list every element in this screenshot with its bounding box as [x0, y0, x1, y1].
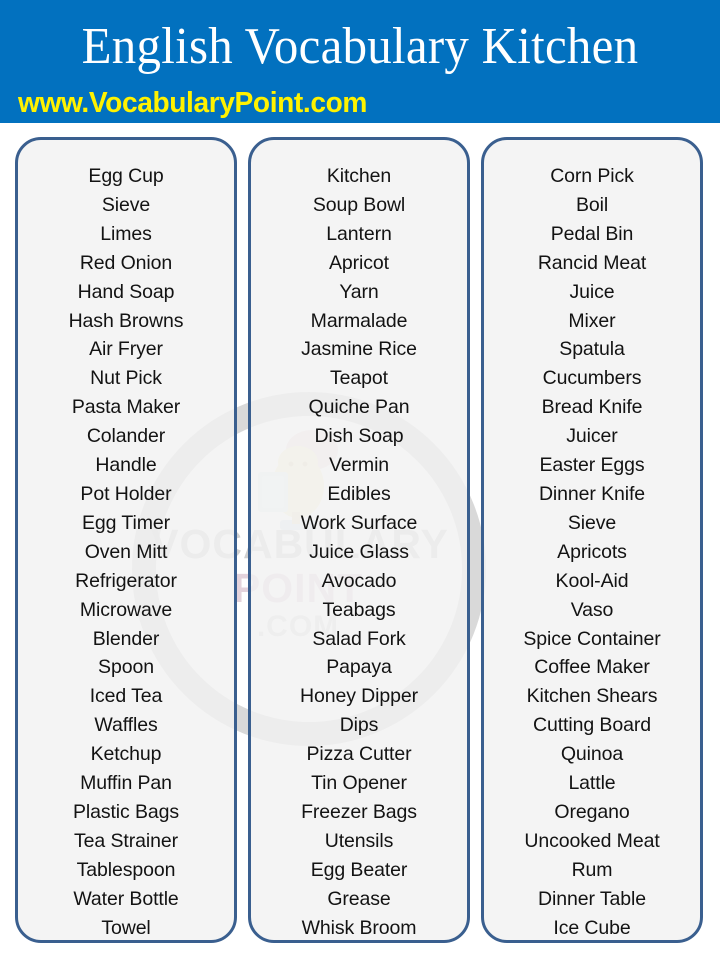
- vocabulary-word: Sieve: [101, 193, 151, 216]
- vocabulary-word: Kitchen: [326, 165, 392, 187]
- vocabulary-word: Hash Browns: [68, 309, 184, 332]
- vocabulary-word: Marmalade: [310, 309, 408, 332]
- vocabulary-word: Refrigerator: [75, 569, 177, 592]
- vocabulary-word: Nut Pick: [90, 367, 162, 390]
- vocabulary-word: Utensils: [324, 829, 394, 852]
- vocabulary-word: Spatula: [559, 338, 625, 361]
- vocabulary-word: Spice Container: [523, 627, 661, 650]
- vocabulary-word: Uncooked Meat: [524, 829, 660, 852]
- page-title: English Vocabulary Kitchen: [81, 18, 639, 75]
- vocabulary-word: Papaya: [326, 656, 392, 679]
- vocabulary-word: Limes: [100, 222, 152, 245]
- vocabulary-word: Microwave: [79, 598, 173, 621]
- vocabulary-word: Honey Dipper: [299, 685, 419, 708]
- vocabulary-word: Waffles: [94, 714, 158, 737]
- vocabulary-word: Juice Glass: [309, 540, 409, 563]
- vocabulary-word: Quinoa: [560, 743, 624, 766]
- page-header: English Vocabulary Kitchen www.Vocabular…: [0, 0, 720, 123]
- vocabulary-word: Tablespoon: [76, 858, 176, 881]
- vocabulary-word: Dips: [339, 714, 379, 737]
- vocabulary-word: Towel: [101, 916, 151, 939]
- vocabulary-card-2: Kitchen Soup Bowl Lantern Apricot Yarn Marmal…: [248, 137, 470, 943]
- vocabulary-word: Muffin Pan: [80, 772, 172, 795]
- vocabulary-word: Blender: [92, 627, 160, 650]
- vocabulary-word: Water Bottle: [73, 887, 179, 910]
- vocabulary-card-1: Egg Cup Sieve Limes Red Onion Hand Soap Hash …: [15, 137, 237, 943]
- vocabulary-word: Coffee Maker: [534, 656, 650, 679]
- vocabulary-word: Tin Opener: [311, 772, 407, 795]
- vocabulary-word: Juicer: [566, 425, 618, 448]
- vocabulary-word: Dinner Knife: [538, 482, 646, 505]
- vocabulary-word: Grease: [327, 887, 391, 910]
- vocabulary-word: Pizza Cutter: [306, 743, 412, 766]
- vocabulary-word: Ice Cube: [553, 916, 631, 939]
- vocabulary-word: Egg Beater: [310, 858, 408, 881]
- vocabulary-word: Lantern: [326, 222, 392, 245]
- vocabulary-word: Freezer Bags: [301, 800, 417, 823]
- vocabulary-word: Soup Bowl: [312, 193, 406, 216]
- vocabulary-word: Dinner Table: [538, 887, 646, 910]
- vocabulary-word: Oven Mitt: [84, 540, 168, 563]
- vocabulary-word: Egg Timer: [82, 511, 170, 534]
- vocabulary-word: Dish Soap: [314, 425, 404, 448]
- vocabulary-word: Quiche Pan: [308, 396, 410, 419]
- vocabulary-word: Boil: [575, 193, 609, 216]
- vocabulary-word: Spoon: [98, 656, 154, 679]
- vocabulary-word: Bread Knife: [541, 396, 643, 419]
- vocabulary-word: Red Onion: [79, 251, 173, 274]
- vocabulary-columns: Egg Cup Sieve Limes Red Onion Hand Soap Hash …: [0, 137, 720, 949]
- vocabulary-word: Vaso: [570, 598, 614, 621]
- vocabulary-word: Yarn: [339, 280, 379, 303]
- vocabulary-word: Ketchup: [90, 743, 162, 766]
- vocabulary-word: Easter Eggs: [539, 454, 645, 477]
- vocabulary-word: Vermin: [328, 454, 390, 477]
- vocabulary-word: Avocado: [321, 569, 397, 592]
- vocabulary-word: Colander: [86, 425, 166, 448]
- vocabulary-word: Rum: [571, 858, 613, 881]
- vocabulary-word: Work Surface: [300, 511, 418, 534]
- vocabulary-word: Plastic Bags: [72, 800, 180, 823]
- vocabulary-word: Tea Strainer: [74, 829, 178, 852]
- vocabulary-word: Edibles: [327, 482, 391, 505]
- vocabulary-word: Sieve: [567, 511, 617, 534]
- vocabulary-word: Hand Soap: [77, 280, 175, 303]
- vocabulary-word: Whisk Broom: [301, 916, 417, 939]
- vocabulary-word: Cucumbers: [542, 367, 642, 390]
- website-url: www.VocabularyPoint.com: [18, 87, 368, 119]
- vocabulary-word: Teapot: [330, 367, 388, 390]
- vocabulary-word: Apricot: [329, 251, 389, 274]
- vocabulary-word: Mixer: [568, 309, 616, 332]
- vocabulary-word: Juice: [569, 280, 615, 303]
- vocabulary-word: Iced Tea: [89, 685, 163, 708]
- vocabulary-word: Air Fryer: [89, 338, 163, 361]
- vocabulary-card-3: Corn Pick Boil Pedal Bin Rancid Meat Juice Mi…: [481, 137, 703, 943]
- vocabulary-word: Lattle: [568, 772, 616, 795]
- vocabulary-word: Salad Fork: [312, 627, 406, 650]
- vocabulary-word: Kitchen Shears: [526, 685, 658, 708]
- vocabulary-word: Pasta Maker: [71, 396, 181, 419]
- vocabulary-word: Teabags: [322, 598, 396, 621]
- vocabulary-word: Handle: [95, 454, 157, 477]
- vocabulary-word: Pedal Bin: [550, 222, 634, 245]
- vocabulary-word: Corn Pick: [550, 165, 634, 187]
- vocabulary-word: Rancid Meat: [537, 251, 647, 274]
- vocabulary-word: Egg Cup: [88, 165, 164, 187]
- vocabulary-word: Oregano: [554, 800, 630, 823]
- vocabulary-word: Jasmine Rice: [301, 338, 417, 361]
- vocabulary-word: Cutting Board: [533, 714, 651, 737]
- vocabulary-word: Apricots: [557, 540, 627, 563]
- vocabulary-word: Kool-Aid: [555, 569, 629, 592]
- vocabulary-word: Pot Holder: [80, 482, 172, 505]
